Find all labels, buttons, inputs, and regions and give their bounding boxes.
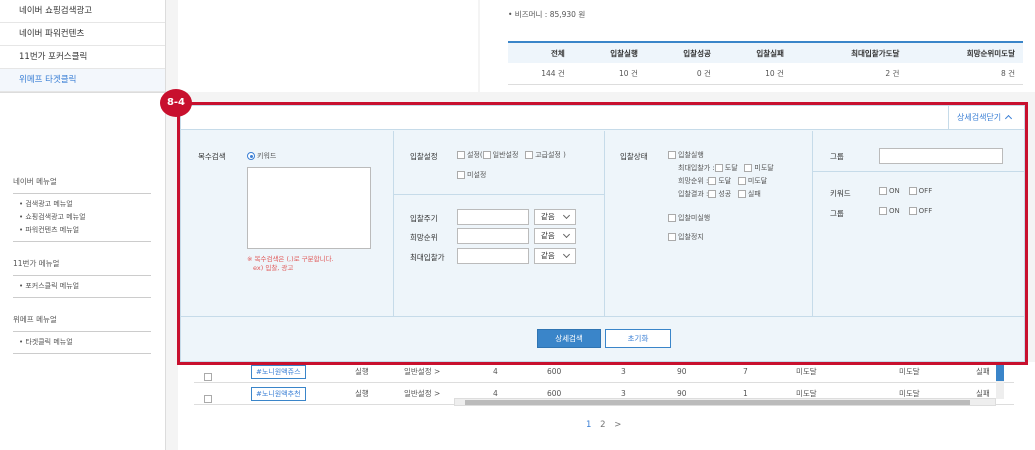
action-link[interactable]: 실행 [355,362,369,382]
manual-list: • 타겟클릭 메뉴얼 [13,331,151,354]
table-row: #노니원액쥬스 실행 일반설정 > 4 600 3 90 7 미도달 미도달 실… [194,362,1014,383]
manual-link[interactable]: • 타겟클릭 메뉴얼 [19,336,151,349]
status-cell: 미도달 [899,367,920,376]
stat-value: 2 건 [791,63,908,85]
summary-panel: • 비즈머니 : 85,930 원 전체 입찰실행 입찰성공 입찰실패 최대입찰… [480,0,1035,92]
stat-header: 입찰실패 [718,41,792,63]
stat-value: 0 건 [645,63,719,85]
row-checkbox[interactable] [204,373,212,381]
sidebar-item-11st-focusclick[interactable]: 11번가 포커스클릭 [0,46,165,69]
page-link[interactable]: 2 [600,420,605,430]
setting-cell[interactable]: 일반설정 > [404,384,440,404]
stat-header: 최대입찰가도달 [791,41,908,63]
manual-link[interactable]: • 파워컨텐츠 메뉴얼 [19,224,151,237]
sidebar-item-wemakeprice-targetclick[interactable]: 위메프 타겟클릭 [0,69,165,92]
stat-header: 입찰실행 [572,41,646,63]
bid-stat-table: 전체 입찰실행 입찰성공 입찰실패 최대입찰가도달 희망순위미도달 144 건 … [508,41,1023,85]
rank-cell: 3 [621,367,626,376]
scrollbar-thumb[interactable] [465,400,970,405]
manual-link[interactable]: • 포커스클릭 메뉴얼 [19,280,151,293]
keyword-tag[interactable]: #노니원액추천 [251,387,306,401]
max-bid-cell: 600 [547,367,562,376]
callout-badge: 8-4 [160,89,192,117]
bizmoney-text: • 비즈머니 : 85,930 원 [508,10,586,19]
sidebar: 네이버 쇼핑검색광고 네이버 파워컨텐츠 11번가 포커스클릭 위메프 타겟클릭… [0,0,166,450]
stat-header: 입찰성공 [645,41,719,63]
manual-link[interactable]: • 쇼핑검색광고 메뉴얼 [19,211,151,224]
manual-group-naver: 네이버 메뉴얼 • 검색광고 메뉴얼 • 쇼핑검색광고 메뉴얼 • 파워컨텐츠 … [13,176,151,242]
keyword-tag[interactable]: #노니원액쥬스 [251,365,306,379]
row-checkbox[interactable] [204,395,212,403]
stat-header: 전체 [508,41,573,63]
manual-group-11st: 11번가 메뉴얼 • 포커스클릭 메뉴얼 [13,258,151,298]
vertical-scrollbar[interactable] [996,365,1004,399]
scrollbar-thumb[interactable] [996,365,1004,381]
summary-left-panel [178,0,478,92]
sidebar-item-naver-shopping[interactable]: 네이버 쇼핑검색광고 [0,0,165,23]
pagination: 1 2 > [586,420,627,430]
manual-group-title: 네이버 메뉴얼 [13,177,57,186]
cycle-cell: 4 [493,367,498,376]
stat-header: 희망순위미도달 [907,41,1023,63]
page-link[interactable]: 1 [586,420,591,430]
bid-cell: 7 [743,367,748,376]
manual-list: • 포커스클릭 메뉴얼 [13,275,151,298]
setting-cell[interactable]: 일반설정 > [404,362,440,382]
manual-group-title: 위메프 메뉴얼 [13,315,57,324]
results-table: #노니원액쥬스 실행 일반설정 > 4 600 3 90 7 미도달 미도달 실… [178,362,1035,450]
highlight-frame [177,102,1028,365]
action-link[interactable]: 실행 [355,384,369,404]
stat-value: 144 건 [508,63,573,85]
sidebar-item-naver-powercontents[interactable]: 네이버 파워컨텐츠 [0,23,165,46]
stat-value: 10 건 [572,63,646,85]
manual-group-title: 11번가 메뉴얼 [13,259,60,268]
stat-value: 10 건 [718,63,792,85]
manual-link[interactable]: • 검색광고 메뉴얼 [19,198,151,211]
stat-value: 8 건 [907,63,1023,85]
cur-cell: 90 [677,367,687,376]
sidebar-menu: 네이버 쇼핑검색광고 네이버 파워컨텐츠 11번가 포커스클릭 위메프 타겟클릭 [0,0,165,93]
status-cell: 미도달 [796,367,817,376]
status-cell: 실패 [976,367,990,376]
manual-group-wemakeprice: 위메프 메뉴얼 • 타겟클릭 메뉴얼 [13,314,151,354]
manual-list: • 검색광고 메뉴얼 • 쇼핑검색광고 메뉴얼 • 파워컨텐츠 메뉴얼 [13,193,151,242]
next-page-icon[interactable]: > [614,420,621,430]
horizontal-scrollbar[interactable] [454,398,996,406]
